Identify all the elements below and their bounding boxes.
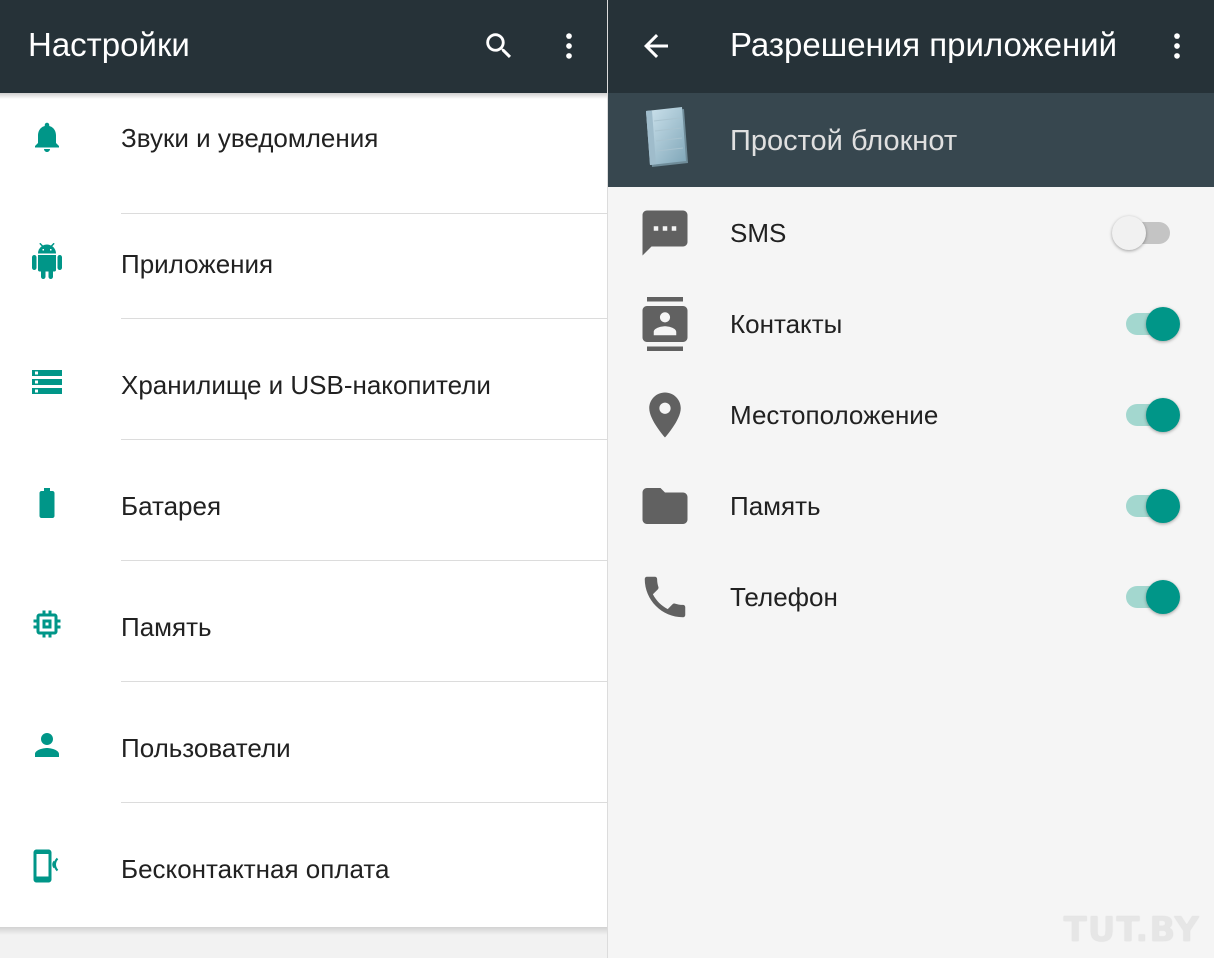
folder-icon — [638, 479, 692, 533]
storage-icon — [29, 364, 65, 400]
memory-chip-icon — [29, 606, 65, 642]
back-arrow-icon[interactable] — [638, 28, 674, 64]
nfc-phone-icon — [29, 848, 65, 884]
more-options-icon[interactable] — [1160, 29, 1194, 63]
permission-label: Местоположение — [730, 400, 939, 430]
settings-item-users[interactable]: Пользователи — [0, 682, 607, 803]
permission-row-contacts[interactable]: Контакты — [608, 279, 1214, 370]
settings-app-bar: Настройки — [0, 0, 607, 93]
permission-row-location[interactable]: Местоположение — [608, 370, 1214, 461]
settings-item-label: Звуки и уведомления — [121, 123, 379, 153]
permission-toggle[interactable] — [1126, 580, 1180, 614]
phone-icon — [638, 570, 692, 624]
settings-list: Звуки и уведомления Приложения Хранилище… — [0, 93, 607, 927]
permission-label: Телефон — [730, 582, 838, 612]
permission-toggle[interactable] — [1126, 398, 1180, 432]
toggle-thumb — [1146, 580, 1180, 614]
settings-item-label: Пользователи — [121, 733, 291, 763]
settings-item-label: Бесконтактная оплата — [121, 854, 390, 884]
permission-toggle[interactable] — [1126, 307, 1180, 341]
bell-icon — [29, 119, 65, 155]
permission-toggle[interactable] — [1126, 489, 1180, 523]
app-permissions-screen: Разрешения приложений Простой блокнот SM… — [608, 0, 1214, 958]
person-icon — [29, 727, 65, 763]
app-header: Простой блокнот — [608, 93, 1214, 187]
settings-item-tap-pay[interactable]: Бесконтактная оплата — [0, 803, 607, 924]
permissions-app-bar: Разрешения приложений — [608, 0, 1214, 93]
settings-item-label: Приложения — [121, 249, 274, 279]
android-icon — [29, 243, 65, 279]
settings-item-label: Батарея — [121, 491, 222, 521]
settings-item-sounds[interactable]: Звуки и уведомления — [0, 93, 607, 214]
toggle-thumb — [1146, 398, 1180, 432]
more-options-icon[interactable] — [552, 29, 586, 63]
notebook-app-icon — [638, 107, 694, 169]
contacts-icon — [638, 297, 692, 351]
app-name: Простой блокнот — [730, 125, 958, 157]
permission-row-phone[interactable]: Телефон — [608, 552, 1214, 643]
permission-label: SMS — [730, 218, 787, 248]
toggle-thumb — [1112, 216, 1146, 250]
permission-row-storage[interactable]: Память — [608, 461, 1214, 552]
permission-toggle[interactable] — [1112, 216, 1170, 250]
settings-screen: Настройки Звуки и уведомления Приложения — [0, 0, 607, 958]
battery-icon — [29, 485, 65, 521]
sms-icon — [638, 206, 692, 260]
toggle-thumb — [1146, 307, 1180, 341]
toggle-thumb — [1146, 489, 1180, 523]
app-bar-shadow — [0, 93, 607, 99]
search-icon[interactable] — [482, 29, 516, 63]
permission-label: Контакты — [730, 309, 843, 339]
settings-title: Настройки — [28, 26, 190, 63]
settings-item-memory[interactable]: Память — [0, 561, 607, 682]
settings-item-label: Хранилище и USB-накопители — [121, 370, 491, 400]
settings-item-apps[interactable]: Приложения — [0, 198, 607, 319]
settings-item-battery[interactable]: Батарея — [0, 440, 607, 561]
permission-label: Память — [730, 491, 821, 521]
permissions-title: Разрешения приложений — [730, 26, 1118, 63]
list-bottom-shadow — [0, 927, 607, 935]
watermark-logo: TUT.BY — [1063, 910, 1200, 950]
settings-item-label: Память — [121, 612, 212, 642]
location-icon — [638, 388, 692, 442]
settings-item-storage[interactable]: Хранилище и USB-накопители — [0, 319, 607, 440]
permission-row-sms[interactable]: SMS — [608, 188, 1214, 279]
